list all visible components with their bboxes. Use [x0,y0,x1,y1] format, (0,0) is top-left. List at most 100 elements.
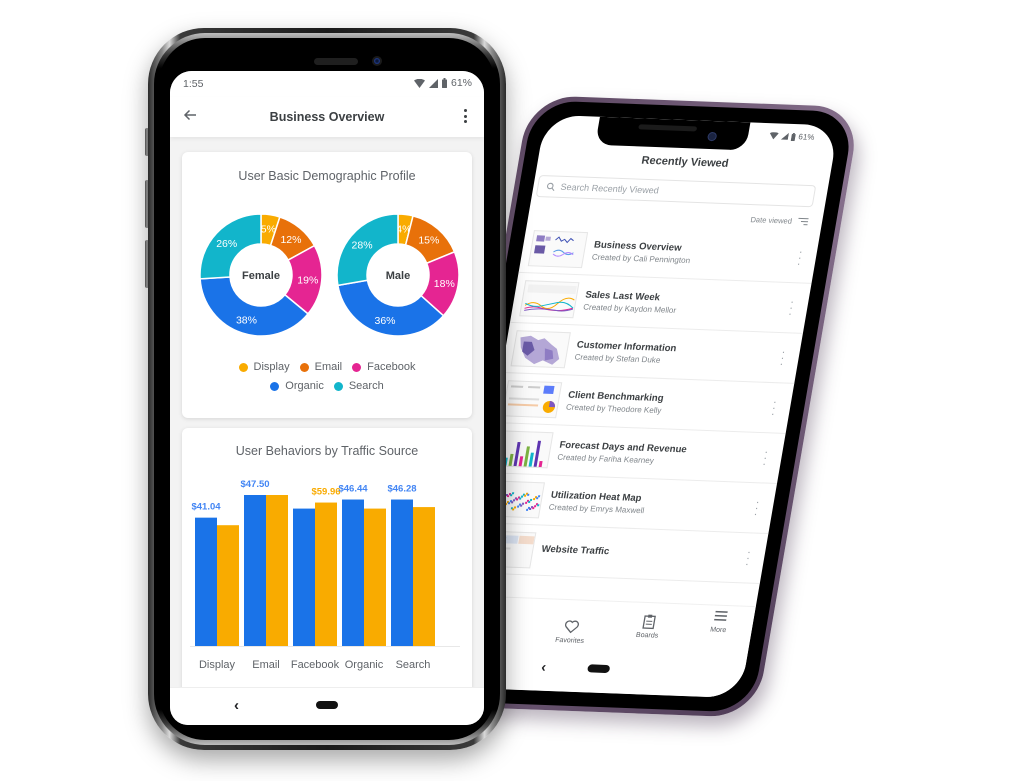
legend-item-organic[interactable]: Organic [270,380,324,392]
system-nav-bar: ‹ [170,687,484,725]
list-item[interactable]: Website Traffic · · · [466,523,769,585]
page-title: Business Overview [269,110,385,124]
more-vert-icon[interactable]: · · · [782,296,801,320]
more-vert-icon[interactable]: · · · [773,346,792,370]
dashboard-thumbnail [527,229,589,268]
x-tick-label: Email [252,659,280,671]
traffic-source-card: User Behaviors by Traffic Source Display… [182,428,472,698]
scatter-dot [512,507,515,510]
scatter-dot [533,497,536,500]
x-tick-label: Organic [345,659,384,671]
bar-search-primary[interactable] [391,499,413,646]
scatter-dot [516,497,519,500]
nav-tab-favorites[interactable]: Favorites [555,617,588,644]
data-label: $46.44 [338,484,368,495]
more-vert-icon[interactable]: · · · [747,496,766,520]
scatter-dot [511,491,515,494]
system-home-button[interactable] [586,664,611,674]
donut-charts: 5%12%19%38%26%Female4%15%18%36%28%Male [199,213,460,337]
clipboard-icon [640,612,659,629]
nav-tab-more[interactable]: More [710,607,731,634]
slice-label: 12% [280,234,301,246]
bar-display-primary[interactable] [195,517,217,646]
scatter-dot [529,498,533,501]
legend-item-search[interactable]: Search [333,380,384,392]
bar-facebook-secondary[interactable] [315,502,337,646]
donut-male: 4%15%18%36%28%Male [336,213,460,337]
chart-legend: Display Email Facebook [182,361,472,373]
sort-icon [797,217,809,226]
legend-label: Facebook [367,361,416,373]
slice-label: 26% [216,238,237,250]
scatter-dot [517,504,520,508]
bar-organic-secondary[interactable] [364,508,386,646]
legend-item-facebook[interactable]: Facebook [352,361,415,373]
battery-level: 61% [797,132,816,142]
scatter-dot [526,508,529,511]
slice-label: 15% [418,235,439,247]
legend-label: Organic [285,380,324,392]
slice-label: 19% [297,274,318,286]
scatter-dot [519,497,522,500]
nav-tab-boards[interactable]: Boards [635,612,662,639]
more-vert-icon[interactable]: · · · [756,446,775,470]
chart-legend: Organic Search [182,380,472,392]
status-bar: 61% [769,131,816,142]
status-time: 1:55 [183,78,204,90]
camera [372,56,382,66]
scatter-dot [520,504,523,507]
legend-swatch [299,362,309,372]
scatter-dot [512,498,516,501]
scatter-dot [508,501,511,504]
dashboard-thumbnail [519,279,580,318]
more-vert-icon[interactable]: · · · [790,246,809,270]
scatter-dot [537,494,541,497]
data-label: $41.04 [191,502,221,513]
system-back-button[interactable]: ‹ [540,659,547,675]
legend-item-display[interactable]: Display [238,361,290,373]
x-tick-label: Facebook [291,659,340,671]
bar-search-secondary[interactable] [413,507,435,646]
bar-organic-primary[interactable] [342,499,364,646]
nav-tab-label: Favorites [554,636,585,645]
donut-center-label: Male [386,270,410,282]
sort-button[interactable]: Date viewed [750,215,809,226]
data-label: $59.96 [311,487,340,498]
data-label: $46.28 [387,484,416,495]
more-vert-icon[interactable]: · · · [738,546,757,570]
scatter-dot [527,493,530,496]
scatter-dot [513,505,517,508]
battery-level: 61% [450,77,472,89]
donut-female: 5%12%19%38%26%Female [199,213,323,337]
system-home-button[interactable] [316,701,338,709]
scatter-dot [536,496,539,499]
x-tick-label: Display [199,659,236,671]
search-placeholder: Search Recently Viewed [559,181,660,196]
heart-icon [563,618,582,635]
scatter-dot [510,493,513,496]
nav-tab-label: More [709,626,727,634]
legend-label: Email [314,361,343,373]
scatter-dot [524,494,527,497]
scatter-dot [511,500,514,503]
signal-icon [428,78,438,88]
scatter-dot [529,507,532,510]
slice-label: 36% [375,315,396,327]
more-vert-icon[interactable] [464,109,468,123]
sort-label: Date viewed [749,215,793,226]
search-input[interactable]: Search Recently Viewed [535,174,817,208]
bar-facebook-primary[interactable] [293,508,315,646]
donut-center-label: Female [242,270,280,282]
more-vert-icon[interactable]: · · · [764,396,783,420]
dashboard-thumbnail [501,379,563,418]
bar-email-primary[interactable] [244,495,266,646]
speaker [314,58,358,65]
legend-item-email[interactable]: Email [299,361,343,373]
bar-display-secondary[interactable] [217,525,239,646]
legend-swatch [333,381,343,391]
item-title: Website Traffic [540,543,611,558]
scatter-dot [532,506,535,509]
system-back-button[interactable]: ‹ [234,697,239,714]
slice-label: 18% [434,278,455,290]
bar-email-secondary[interactable] [266,495,288,646]
